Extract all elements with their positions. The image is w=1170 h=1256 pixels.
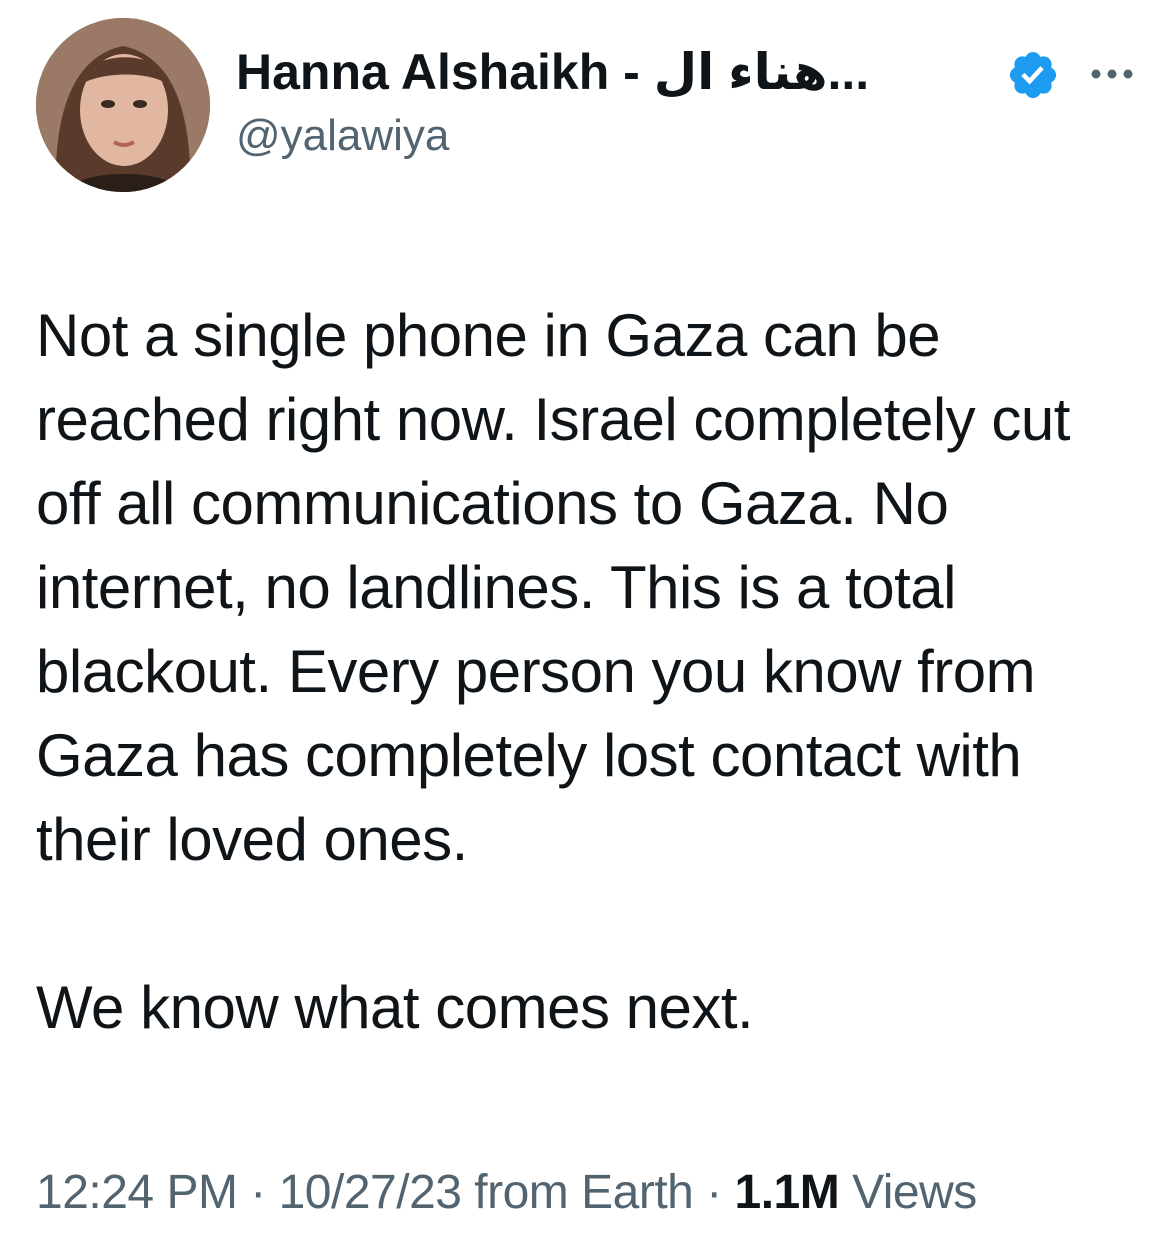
views-label: Views [839, 1166, 977, 1219]
tweet: Hanna Alshaikh - هناء ال... @yalawiya No… [0, 0, 1170, 1256]
meta-separator: · [237, 1166, 279, 1219]
user-handle[interactable]: @yalawiya [236, 108, 1116, 164]
tweet-time[interactable]: 12:24 PM [36, 1166, 238, 1219]
tweet-paragraph: We know what comes next. [36, 974, 754, 1041]
tweet-paragraph: Not a single phone in Gaza can be reache… [36, 302, 1070, 873]
tweet-source: from Earth [461, 1166, 694, 1219]
views-count[interactable]: 1.1M [735, 1166, 840, 1219]
more-horizontal-icon [1091, 69, 1133, 79]
meta-separator: · [693, 1166, 735, 1219]
display-name[interactable]: Hanna Alshaikh - هناء ال... [236, 42, 869, 102]
author-names: Hanna Alshaikh - هناء ال... @yalawiya [236, 42, 1133, 164]
avatar[interactable] [36, 18, 210, 192]
tweet-header: Hanna Alshaikh - هناء ال... @yalawiya [36, 18, 1136, 194]
more-options-button[interactable] [1084, 46, 1140, 102]
verified-badge-icon [1009, 51, 1057, 99]
tweet-meta: 12:24 PM · 10/27/23 from Earth · 1.1M Vi… [36, 1160, 1156, 1226]
tweet-text: Not a single phone in Gaza can be reache… [36, 294, 1146, 1050]
tweet-date[interactable]: 10/27/23 [279, 1166, 462, 1219]
